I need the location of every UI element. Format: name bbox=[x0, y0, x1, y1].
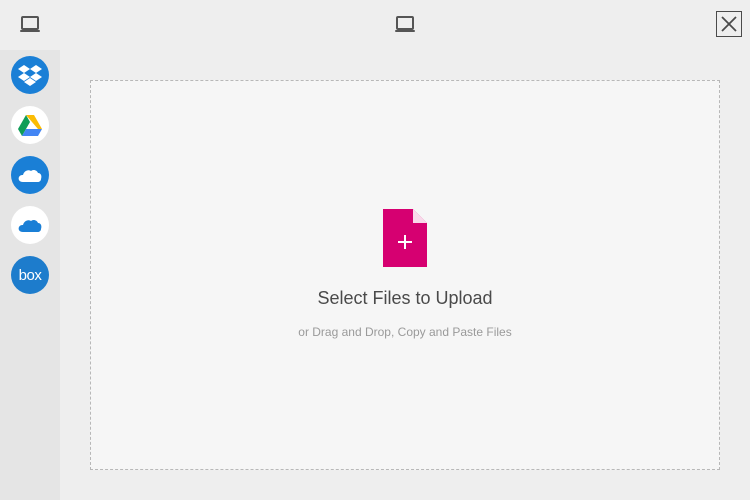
sidebar: box bbox=[0, 50, 60, 500]
drag-drop-hint: or Drag and Drop, Copy and Paste Files bbox=[298, 325, 512, 339]
onedrive-icon bbox=[18, 169, 42, 182]
local-device-button[interactable] bbox=[19, 15, 41, 35]
select-files-title[interactable]: Select Files to Upload bbox=[91, 288, 719, 309]
sidebar-item-onedrive[interactable] bbox=[11, 156, 49, 194]
close-icon bbox=[721, 16, 737, 32]
file-picker-window: box Select Files to Upload or Drag and D… bbox=[0, 0, 750, 500]
sidebar-item-onedrive-business[interactable] bbox=[11, 206, 49, 244]
onedrive-business-icon bbox=[18, 219, 42, 232]
sidebar-item-google-drive[interactable] bbox=[11, 106, 49, 144]
drop-zone[interactable]: Select Files to Upload or Drag and Drop,… bbox=[90, 80, 720, 470]
google-drive-icon bbox=[18, 114, 42, 136]
laptop-icon bbox=[20, 16, 40, 32]
close-button[interactable] bbox=[716, 11, 742, 37]
add-file-icon bbox=[383, 209, 427, 267]
box-icon: box bbox=[18, 266, 42, 284]
sidebar-item-dropbox[interactable] bbox=[11, 56, 49, 94]
sidebar-item-box[interactable]: box bbox=[11, 256, 49, 294]
header-bar bbox=[0, 0, 750, 50]
dropbox-icon bbox=[18, 65, 42, 86]
laptop-icon bbox=[395, 16, 415, 32]
current-source-indicator bbox=[394, 15, 416, 35]
